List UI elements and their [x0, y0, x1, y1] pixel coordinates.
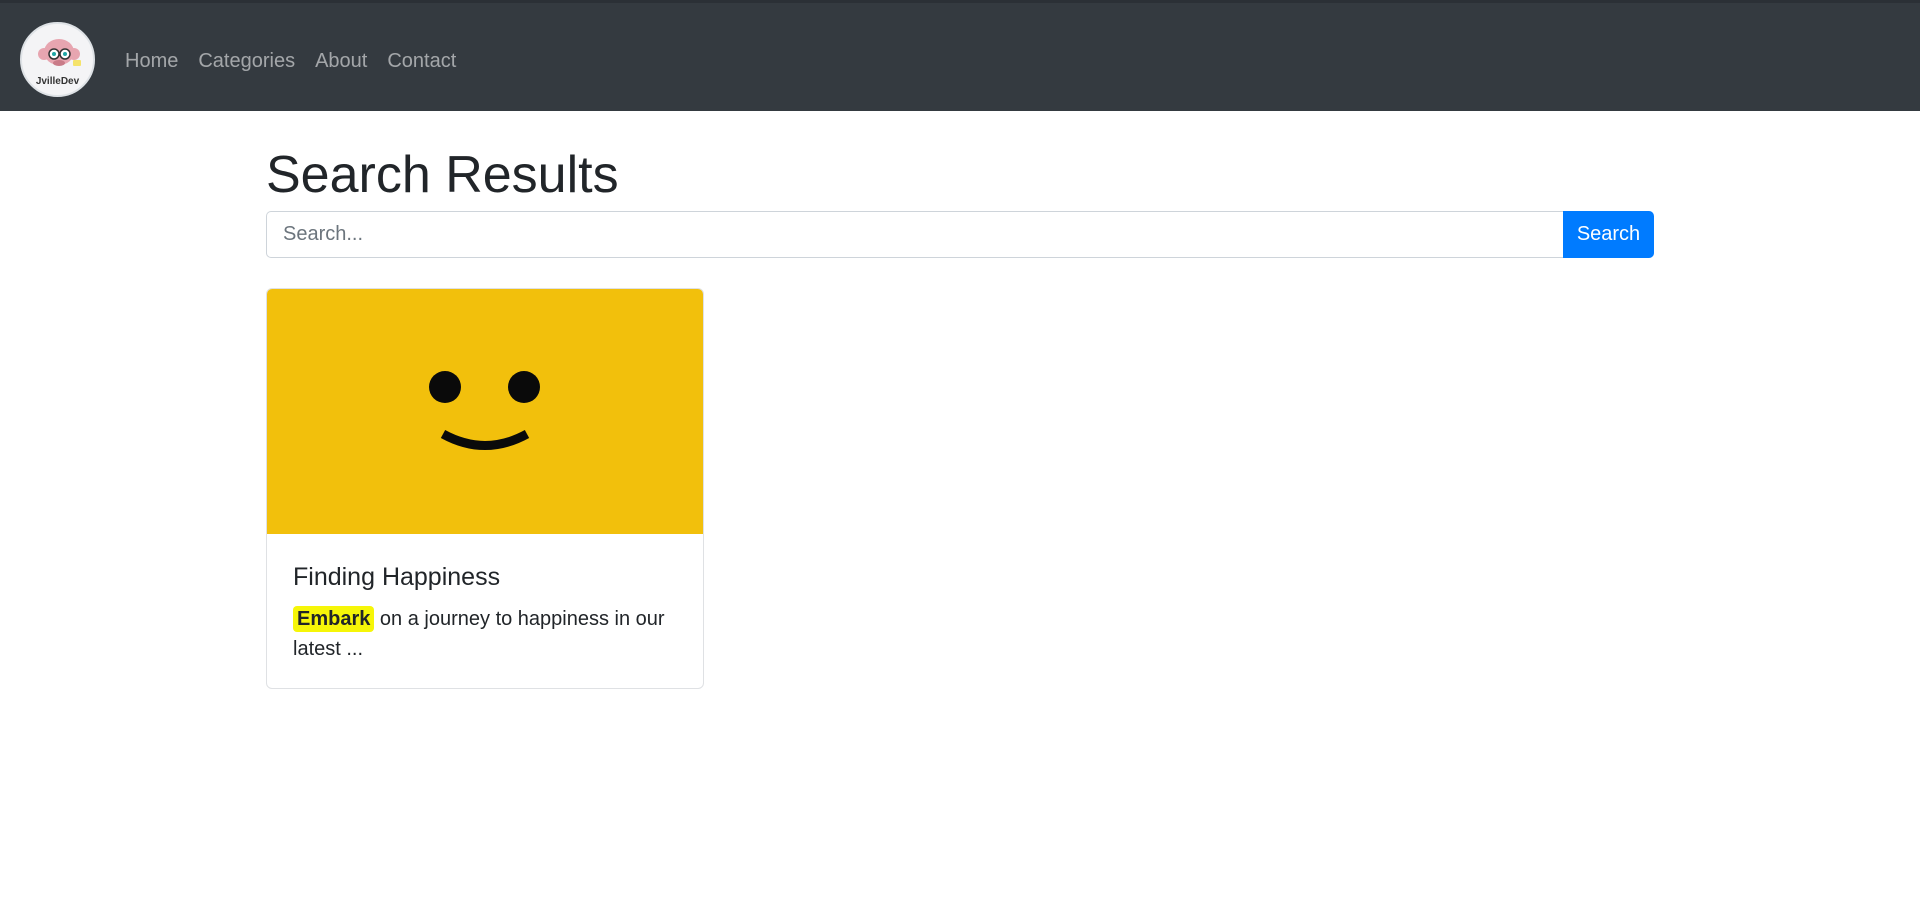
page-title: Search Results [266, 146, 619, 204]
card-title[interactable]: Finding Happiness [293, 561, 500, 593]
brand-logo[interactable]: JvilleDev [20, 22, 95, 97]
nav-home[interactable]: Home [125, 47, 178, 75]
search-form: Search [266, 211, 1654, 258]
search-term-highlight: Embark [293, 606, 375, 632]
nav-categories[interactable]: Categories [198, 47, 295, 75]
search-input[interactable] [266, 211, 1563, 258]
nav-contact[interactable]: Contact [387, 47, 456, 75]
navbar: JvilleDev Home Categories About Contact [0, 0, 1920, 111]
brand-name: JvilleDev [35, 76, 80, 87]
card-image[interactable] [267, 289, 703, 534]
nav-links: Home Categories About Contact [125, 47, 476, 75]
smiley-face-icon [429, 371, 540, 450]
result-card[interactable]: Finding Happiness Embark on a journey to… [266, 288, 704, 689]
card-excerpt: Embark on a journey to happiness in our … [293, 604, 683, 664]
nav-about[interactable]: About [315, 47, 367, 75]
search-button[interactable]: Search [1563, 211, 1654, 258]
